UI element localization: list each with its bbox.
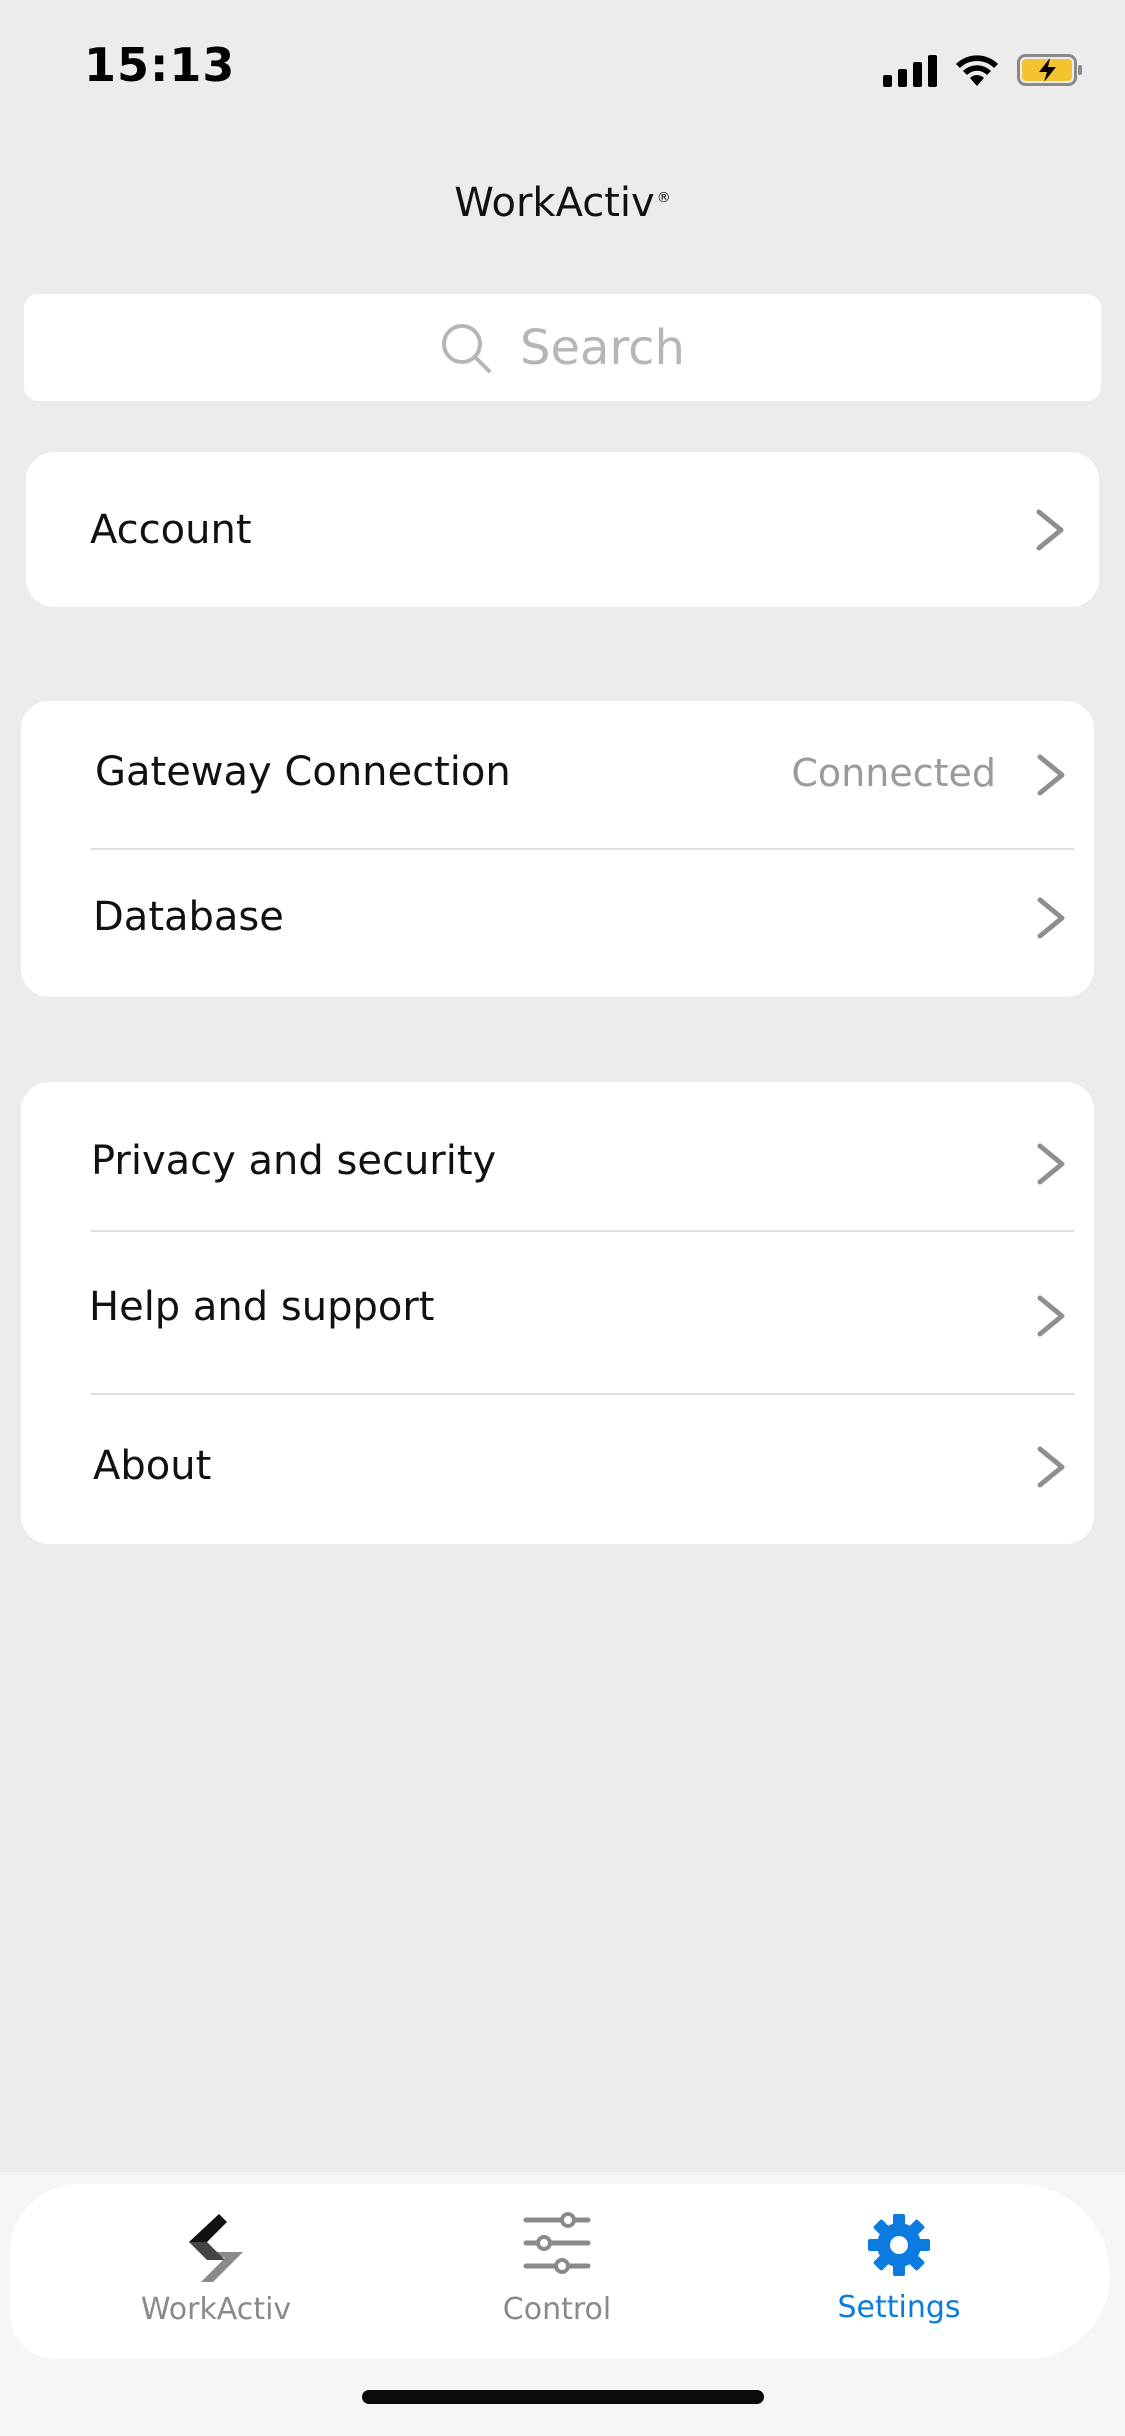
cellular-signal-icon — [883, 53, 937, 87]
tab-workactiv[interactable]: WorkActiv — [91, 2212, 341, 2327]
help-support-row[interactable]: Help and support — [21, 1232, 1094, 1393]
sliders-icon — [523, 2212, 591, 2274]
privacy-security-row[interactable]: Privacy and security — [21, 1082, 1094, 1230]
registered-mark: ® — [656, 189, 671, 206]
search-placeholder: Search — [520, 319, 685, 376]
chevron-right-icon — [1037, 1295, 1065, 1337]
app-title-text: WorkActiv — [454, 180, 655, 226]
status-icons — [883, 48, 1083, 92]
wifi-icon — [956, 55, 998, 86]
database-row[interactable]: Database — [21, 850, 1094, 997]
about-row[interactable]: About — [21, 1395, 1094, 1544]
search-input[interactable]: Search — [24, 294, 1101, 401]
chevron-right-icon — [1037, 897, 1065, 939]
gateway-connection-row[interactable]: Gateway Connection Connected — [21, 701, 1094, 849]
tab-label: Settings — [837, 2290, 961, 2325]
about-label: About — [93, 1443, 212, 1489]
tab-control[interactable]: Control — [432, 2212, 682, 2327]
account-card: Account — [26, 452, 1099, 607]
gateway-status-value: Connected — [791, 751, 996, 795]
connection-card: Gateway Connection Connected Database — [21, 701, 1094, 997]
battery-charging-icon — [1017, 54, 1082, 86]
chevron-right-icon — [1037, 1446, 1065, 1488]
info-card: Privacy and security Help and support Ab… — [21, 1082, 1094, 1544]
tab-label: WorkActiv — [140, 2292, 292, 2327]
account-row[interactable]: Account — [26, 452, 1099, 607]
gateway-connection-label: Gateway Connection — [95, 749, 511, 795]
chevron-right-icon — [1037, 1143, 1065, 1185]
gear-icon — [868, 2214, 930, 2276]
tab-label: Control — [502, 2292, 612, 2327]
app-title: WorkActiv ® — [0, 180, 1125, 226]
workactiv-logo-icon — [189, 2214, 243, 2282]
chevron-right-icon — [1036, 509, 1064, 551]
status-bar: 15:13 — [0, 0, 1125, 140]
privacy-security-label: Privacy and security — [91, 1138, 497, 1184]
status-time: 15:13 — [84, 38, 236, 92]
tab-settings[interactable]: Settings — [774, 2212, 1024, 2325]
home-indicator — [362, 2390, 764, 2404]
help-support-label: Help and support — [89, 1284, 435, 1330]
database-label: Database — [93, 894, 284, 940]
account-label: Account — [90, 506, 252, 553]
chevron-right-icon — [1037, 754, 1065, 796]
search-icon — [442, 323, 492, 373]
